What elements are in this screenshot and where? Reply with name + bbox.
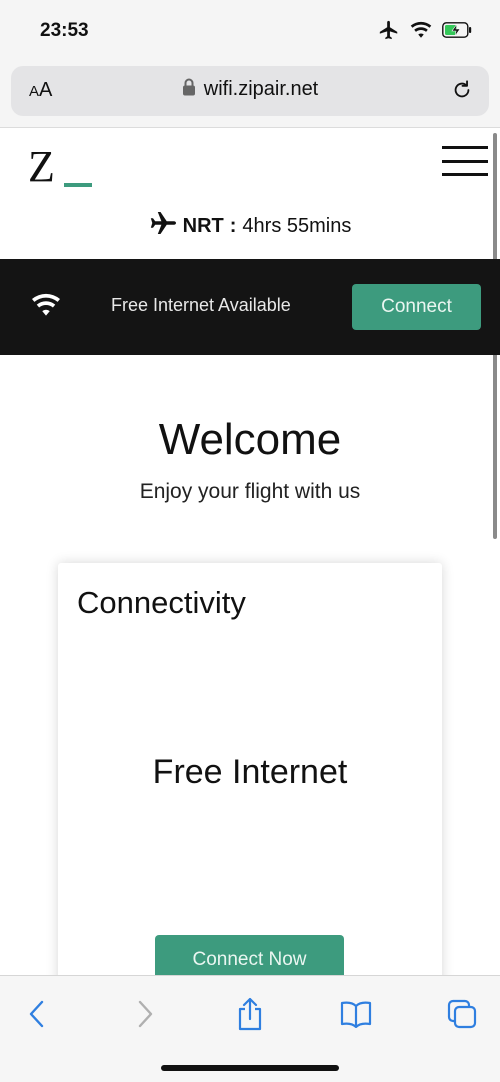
browser-toolbar <box>0 975 500 1082</box>
lock-icon <box>182 78 196 101</box>
web-page: Z NRT : 4hrs 55mins Free Internet Availa… <box>0 129 500 975</box>
connect-button[interactable]: Connect <box>352 284 481 330</box>
airplane-icon <box>149 211 177 241</box>
destination-code: NRT <box>182 214 224 237</box>
card-title: Connectivity <box>77 585 246 620</box>
home-indicator[interactable] <box>161 1065 339 1071</box>
hamburger-menu-icon[interactable] <box>442 146 488 176</box>
flight-separator: : <box>229 214 237 237</box>
address-bar[interactable]: AA wifi.zipair.net <box>11 66 489 116</box>
tabs-icon[interactable] <box>442 996 482 1032</box>
welcome-subtitle: Enjoy your flight with us <box>139 480 361 503</box>
wifi-icon <box>410 21 432 44</box>
back-icon[interactable] <box>17 996 57 1032</box>
url-display[interactable]: wifi.zipair.net <box>11 78 489 101</box>
status-bar: 23:53 <box>0 0 500 62</box>
status-time: 23:53 <box>40 20 89 41</box>
banner-text: Free Internet Available <box>111 295 291 315</box>
browser-address-area: AA wifi.zipair.net <box>0 62 500 128</box>
reload-icon[interactable] <box>451 79 473 106</box>
wifi-banner: Free Internet Available Connect <box>0 259 500 355</box>
remaining-time: 4hrs 55mins <box>242 214 352 237</box>
airplane-mode-icon <box>378 19 400 46</box>
wifi-icon <box>31 293 61 322</box>
connect-now-button[interactable]: Connect Now <box>155 935 344 975</box>
logo-underscore <box>64 183 92 187</box>
bookmarks-icon[interactable] <box>336 996 376 1032</box>
forward-icon[interactable] <box>125 996 165 1032</box>
url-text: wifi.zipair.net <box>203 78 319 100</box>
plan-name: Free Internet <box>152 753 348 791</box>
battery-charging-icon <box>442 21 472 43</box>
welcome-title: Welcome <box>158 415 342 464</box>
connectivity-card: Connectivity Free Internet Connect Now <box>58 563 442 975</box>
zipair-logo[interactable]: Z <box>28 143 98 191</box>
share-icon[interactable] <box>230 996 270 1032</box>
status-icons <box>378 18 472 46</box>
flight-info: NRT : 4hrs 55mins <box>0 211 500 241</box>
